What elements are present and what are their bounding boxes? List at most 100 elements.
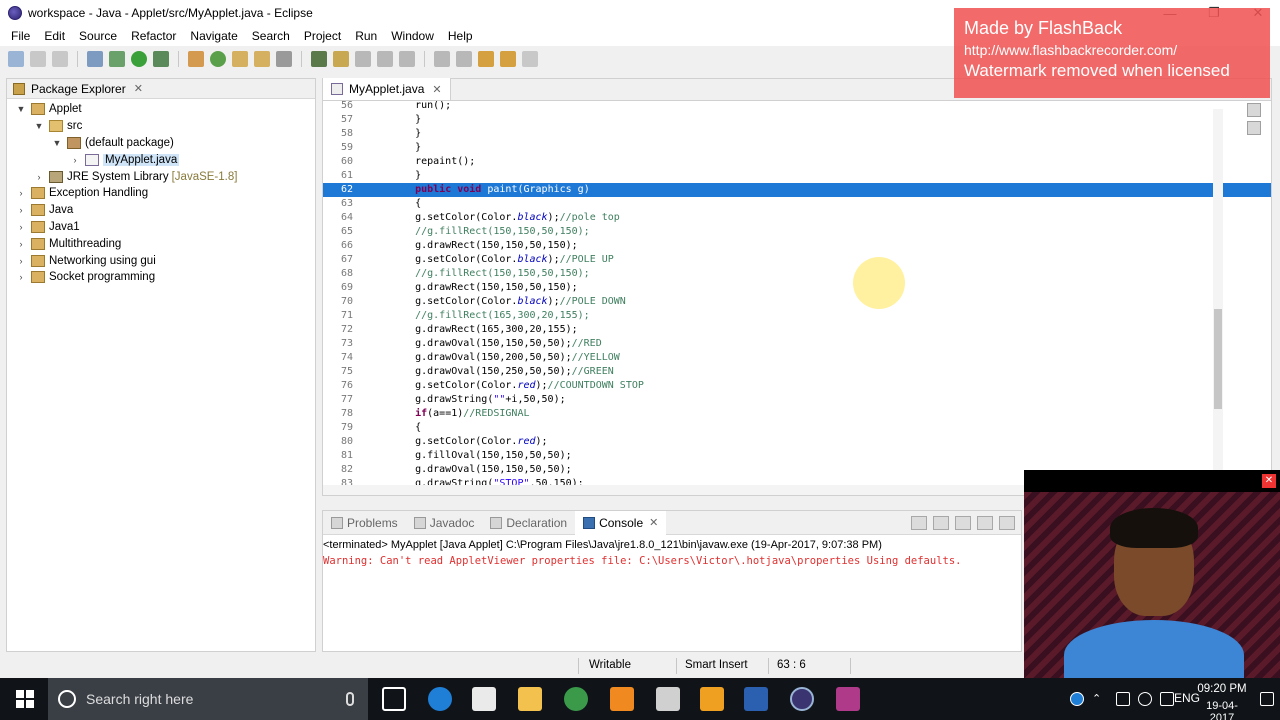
menu-source[interactable]: Source	[72, 29, 124, 43]
microphone-icon[interactable]	[346, 692, 354, 706]
notifications-icon[interactable]	[1260, 692, 1274, 706]
show-whitespace-icon[interactable]	[355, 51, 371, 67]
maximize-view-icon[interactable]	[1247, 121, 1261, 135]
menu-refactor[interactable]: Refactor	[124, 29, 183, 43]
remove-launch-icon[interactable]	[933, 515, 949, 530]
close-icon[interactable]: ✕	[134, 82, 143, 95]
calculator-icon[interactable]	[656, 687, 680, 711]
expand-arrow-icon[interactable]: ›	[15, 272, 27, 282]
tripadvisor-icon[interactable]	[564, 687, 588, 711]
open-type-icon[interactable]	[232, 51, 248, 67]
chevron-up-icon[interactable]: ⌃	[1092, 692, 1106, 706]
expand-arrow-icon[interactable]: ›	[15, 222, 27, 232]
menu-run[interactable]: Run	[348, 29, 384, 43]
menu-help[interactable]: Help	[441, 29, 480, 43]
tab-myapplet-java[interactable]: MyApplet.java ✕	[323, 78, 451, 100]
code-line[interactable]: 69 g.drawRect(150,150,50,150);	[323, 281, 1271, 295]
code-line[interactable]: 60 repaint();	[323, 155, 1271, 169]
file-explorer-icon[interactable]	[518, 687, 542, 711]
expand-arrow-icon[interactable]: ▼	[15, 104, 27, 114]
volume-icon[interactable]	[1160, 692, 1174, 706]
forward-icon[interactable]	[522, 51, 538, 67]
code-line[interactable]: 57 }	[323, 113, 1271, 127]
code-line[interactable]: 79 {	[323, 421, 1271, 435]
task-view-icon[interactable]	[382, 687, 406, 711]
windows-start-icon[interactable]	[16, 690, 34, 708]
toggle-mark-icon[interactable]	[311, 51, 327, 67]
code-line[interactable]: 77 g.drawString(""+i,50,50);	[323, 393, 1271, 407]
code-line[interactable]: 68 //g.fillRect(150,150,50,150);	[323, 267, 1271, 281]
tree-item-networking[interactable]: › Networking using gui	[7, 252, 315, 269]
save-icon[interactable]	[30, 51, 46, 67]
code-line[interactable]: 62 public void paint(Graphics g)	[323, 183, 1271, 197]
expand-arrow-icon[interactable]: ›	[15, 239, 27, 249]
previous-annotation-icon[interactable]	[456, 51, 472, 67]
tab-declaration[interactable]: Declaration	[482, 516, 575, 530]
code-line[interactable]: 75 g.drawOval(150,250,50,50);//GREEN	[323, 365, 1271, 379]
code-line[interactable]: 64 g.setColor(Color.black);//pole top	[323, 211, 1271, 225]
code-line[interactable]: 70 g.setColor(Color.black);//POLE DOWN	[323, 295, 1271, 309]
tree-item-jre-library[interactable]: › JRE System Library [JavaSE-1.8]	[7, 168, 315, 185]
back-icon[interactable]	[500, 51, 516, 67]
scrollbar-thumb[interactable]	[1214, 309, 1222, 409]
remove-all-icon[interactable]	[955, 515, 971, 530]
code-line[interactable]: 63 {	[323, 197, 1271, 211]
code-line[interactable]: 67 g.setColor(Color.black);//POLE UP	[323, 253, 1271, 267]
expand-arrow-icon[interactable]: ▼	[33, 121, 45, 131]
tree-item-default-package[interactable]: ▼ (default package)	[7, 135, 315, 152]
code-line[interactable]: 73 g.drawOval(150,150,50,50);//RED	[323, 337, 1271, 351]
info-icon[interactable]	[1070, 692, 1084, 706]
code-area[interactable]: 83 g.drawString("STOP",50,150); 82 g.draw…	[323, 101, 1271, 485]
code-line[interactable]: 71 //g.fillRect(165,300,20,155);	[323, 309, 1271, 323]
vertical-scrollbar[interactable]	[1213, 109, 1223, 479]
code-line[interactable]: 59 }	[323, 141, 1271, 155]
pilcrow-icon[interactable]	[399, 51, 415, 67]
code-line[interactable]: 76 g.setColor(Color.red);//COUNTDOWN STO…	[323, 379, 1271, 393]
vlc-icon[interactable]	[610, 687, 634, 711]
expand-arrow-icon[interactable]: ›	[15, 188, 27, 198]
code-line[interactable]: 66 g.drawRect(150,150,50,150);	[323, 239, 1271, 253]
expand-arrow-icon[interactable]: ›	[15, 205, 27, 215]
code-line[interactable]: 72 g.drawRect(165,300,20,155);	[323, 323, 1271, 337]
clock-date[interactable]: 19-04-2017	[1194, 700, 1250, 720]
expand-arrow-icon[interactable]: ▼	[51, 138, 63, 148]
close-icon[interactable]: ✕	[649, 516, 658, 529]
code-line[interactable]: 61 }	[323, 169, 1271, 183]
code-line[interactable]: 74 g.drawOval(150,200,50,50);//YELLOW	[323, 351, 1271, 365]
tree-item-java1[interactable]: › Java1	[7, 219, 315, 236]
tree-item-myapplet-java[interactable]: › MyApplet.java	[7, 151, 315, 168]
taskbar-search[interactable]: Search right here	[48, 678, 368, 720]
store-icon[interactable]	[472, 687, 496, 711]
code-line[interactable]: 78 if(a==1)//REDSIGNAL	[323, 407, 1271, 421]
tree-item-src[interactable]: ▼ src	[7, 118, 315, 135]
edge-icon[interactable]	[428, 687, 452, 711]
save-all-icon[interactable]	[52, 51, 68, 67]
run-icon[interactable]	[131, 51, 147, 67]
new-icon[interactable]	[8, 51, 24, 67]
code-line[interactable]: 65 //g.fillRect(150,150,50,150);	[323, 225, 1271, 239]
expand-arrow-icon[interactable]: ›	[33, 172, 45, 182]
skip-breakpoints-icon[interactable]	[87, 51, 103, 67]
battery-icon[interactable]	[1116, 692, 1130, 706]
media-player-icon[interactable]	[700, 687, 724, 711]
menu-window[interactable]: Window	[384, 29, 441, 43]
next-annotation-icon[interactable]	[434, 51, 450, 67]
tree-item-exception-handling[interactable]: › Exception Handling	[7, 185, 315, 202]
menu-navigate[interactable]: Navigate	[183, 29, 244, 43]
package-explorer-title[interactable]: Package Explorer	[31, 82, 126, 96]
expand-arrow-icon[interactable]: ›	[15, 256, 27, 266]
close-icon[interactable]: ✕	[1262, 474, 1276, 488]
eclipse-taskbar-icon[interactable]	[790, 687, 814, 711]
code-line[interactable]: 81 g.fillOval(150,150,50,50);	[323, 449, 1271, 463]
tab-javadoc[interactable]: Javadoc	[406, 516, 483, 530]
tab-problems[interactable]: Problems	[323, 516, 406, 530]
minimize-view-icon[interactable]	[1247, 103, 1261, 117]
wifi-icon[interactable]	[1138, 692, 1152, 706]
tree-item-multithreading[interactable]: › Multithreading	[7, 235, 315, 252]
block-selection-icon[interactable]	[377, 51, 393, 67]
coverage-icon[interactable]	[153, 51, 169, 67]
new-java-project-icon[interactable]	[188, 51, 204, 67]
close-icon[interactable]: ✕	[432, 83, 441, 96]
last-edit-icon[interactable]	[478, 51, 494, 67]
code-line[interactable]: 80 g.setColor(Color.red);	[323, 435, 1271, 449]
